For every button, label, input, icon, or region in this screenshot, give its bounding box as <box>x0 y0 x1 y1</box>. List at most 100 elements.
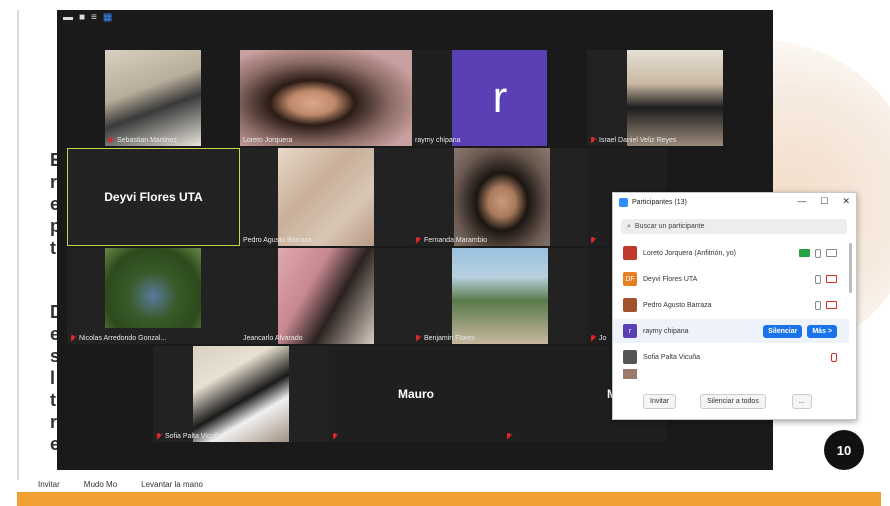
participant-video <box>193 346 289 442</box>
search-icon: ⌕ <box>627 222 631 230</box>
participant-video <box>105 50 201 146</box>
mic-icon <box>815 300 821 310</box>
slide-letter: t <box>50 390 56 410</box>
video-tile-sebastian[interactable]: Sebastian Martinez <box>105 50 201 146</box>
video-tile-deyvi[interactable]: Deyvi Flores UTA <box>67 148 240 246</box>
participant-name-label <box>332 433 338 440</box>
close-icon[interactable]: ✕ <box>842 196 850 207</box>
video-tile-israel[interactable]: Israel Daniel Veliz Reyes <box>587 50 723 146</box>
mic-off-icon <box>108 137 114 144</box>
more-options-button[interactable]: ... <box>791 394 812 409</box>
avatar <box>623 350 637 364</box>
participant-name-label: raymy chipana <box>415 137 461 144</box>
search-placeholder: Buscar un participante <box>634 223 705 230</box>
participant-name-label: Nicolas Arredondo Gonzal... <box>70 335 166 342</box>
participant-row[interactable]: Pedro Agusto Barraza <box>613 293 849 317</box>
video-tile-mauro[interactable]: Mauro <box>329 346 503 442</box>
camera-off-icon <box>826 301 837 309</box>
participant-name-label <box>590 237 599 244</box>
pin-icon[interactable]: ■ <box>79 13 85 23</box>
participant-video <box>627 50 723 146</box>
camera-icon <box>826 249 837 257</box>
avatar: r <box>623 324 637 338</box>
gallery-view-icon[interactable]: ▦ <box>103 13 112 23</box>
participant-name-label: Sebastian Martinez <box>108 137 177 144</box>
participant-row[interactable]: DF Deyvi Flores UTA <box>613 267 849 291</box>
mic-off-icon <box>156 433 162 440</box>
participant-name-label: Jeancarlo Alvarado <box>243 335 303 342</box>
avatar <box>623 246 637 260</box>
participant-row-controls <box>815 267 837 291</box>
slide-vertical-line <box>17 10 19 480</box>
share-screen-icon <box>799 249 810 257</box>
avatar: DF <box>623 272 637 286</box>
mic-off-icon <box>506 433 512 440</box>
mic-icon <box>815 248 821 258</box>
participant-big-name: Mauro <box>398 387 434 401</box>
slide-letter: r <box>50 412 58 432</box>
participant-row-controls <box>831 345 837 369</box>
participant-row-name: Loreto Jorquera (Anfitrión, yo) <box>643 249 736 257</box>
mic-off-icon <box>831 352 837 362</box>
slide-letter: l <box>50 368 56 388</box>
silence-button[interactable]: Silenciar <box>763 324 803 338</box>
mute-label[interactable]: Mudo Mo <box>84 480 117 489</box>
slide-page-number: 10 <box>824 430 864 470</box>
participant-row-controls <box>799 241 837 265</box>
participants-footer: Invitar Silenciar a todos ... <box>613 394 856 409</box>
participant-name-label: Pedro Agusto Barraza <box>243 237 312 244</box>
invite-label[interactable]: Invitar <box>38 480 60 489</box>
participant-row-partial[interactable] <box>613 369 849 379</box>
participant-video <box>454 148 550 246</box>
menu-icon[interactable]: ≡ <box>91 13 97 23</box>
participant-row-name: raymy chipana <box>643 327 689 335</box>
camera-off-icon <box>826 275 837 283</box>
more-button[interactable]: Más > <box>807 324 837 338</box>
mic-off-icon <box>332 433 338 440</box>
participant-video <box>240 50 412 146</box>
raise-hand-label[interactable]: Levantar la mano <box>141 480 203 489</box>
participant-row[interactable]: Loreto Jorquera (Anfitrión, yo) <box>613 241 849 265</box>
mute-all-button[interactable]: Silenciar a todos <box>700 394 766 409</box>
participant-row-name: Pedro Agusto Barraza <box>643 301 712 309</box>
video-tile-fernanda[interactable]: Fernanda Marambio <box>412 148 587 246</box>
participant-name-label: Israel Daniel Veliz Reyes <box>590 137 676 144</box>
participant-avatar: r <box>452 50 547 146</box>
mic-off-icon <box>415 237 421 244</box>
video-tile-benjamin[interactable]: Benjamin Flores <box>412 248 587 344</box>
zoom-bottom-bar: Invitar Mudo Mo Levantar la mano <box>38 480 203 489</box>
panel-scrollbar[interactable] <box>849 243 852 293</box>
video-tile-pedro[interactable]: Pedro Agusto Barraza <box>240 148 412 246</box>
avatar <box>623 298 637 312</box>
participant-big-name: Deyvi Flores UTA <box>104 190 203 204</box>
mic-off-icon <box>590 137 596 144</box>
maximize-icon[interactable]: ☐ <box>820 196 828 207</box>
participant-search-input[interactable]: ⌕ Buscar un participante <box>621 219 847 234</box>
video-tile-jeancarlo[interactable]: Jeancarlo Alvarado <box>240 248 412 344</box>
participants-panel: Participantes (13) — ☐ ✕ ⌕ Buscar un par… <box>612 192 857 420</box>
participant-row[interactable]: r raymy chipana Silenciar Más > <box>613 319 849 343</box>
avatar <box>623 369 637 379</box>
minimize-icon[interactable]: ▬ <box>63 13 73 23</box>
participant-row-controls <box>815 293 837 317</box>
video-tile-loreto[interactable]: Loreto Jorquera <box>240 50 412 146</box>
participant-name-label <box>506 433 512 440</box>
participant-row-name: Sofia Palta Vicuña <box>643 353 701 361</box>
zoom-logo-icon <box>619 198 628 207</box>
mic-icon <box>815 274 821 284</box>
slide-footer-bar <box>17 492 881 506</box>
slide-letter: r <box>50 172 58 192</box>
participant-row-controls: Silenciar Más > <box>763 319 837 343</box>
slide-letter: t <box>50 238 56 258</box>
video-tile-sofia[interactable]: Sofia Palta Vicuña <box>153 346 329 442</box>
video-tile-raymy[interactable]: r raymy chipana <box>412 50 547 146</box>
participant-row[interactable]: Sofia Palta Vicuña <box>613 345 849 369</box>
participant-name-label: Loreto Jorquera <box>243 137 293 144</box>
zoom-toolbar: ▬ ■ ≡ ▦ <box>57 10 779 26</box>
participant-video <box>278 248 374 344</box>
invite-button[interactable]: Invitar <box>643 394 677 409</box>
participant-video <box>452 248 548 344</box>
mic-off-icon <box>590 237 596 244</box>
minimize-icon[interactable]: — <box>797 196 806 207</box>
video-tile-nicolas[interactable]: Nicolas Arredondo Gonzal... <box>67 248 240 344</box>
